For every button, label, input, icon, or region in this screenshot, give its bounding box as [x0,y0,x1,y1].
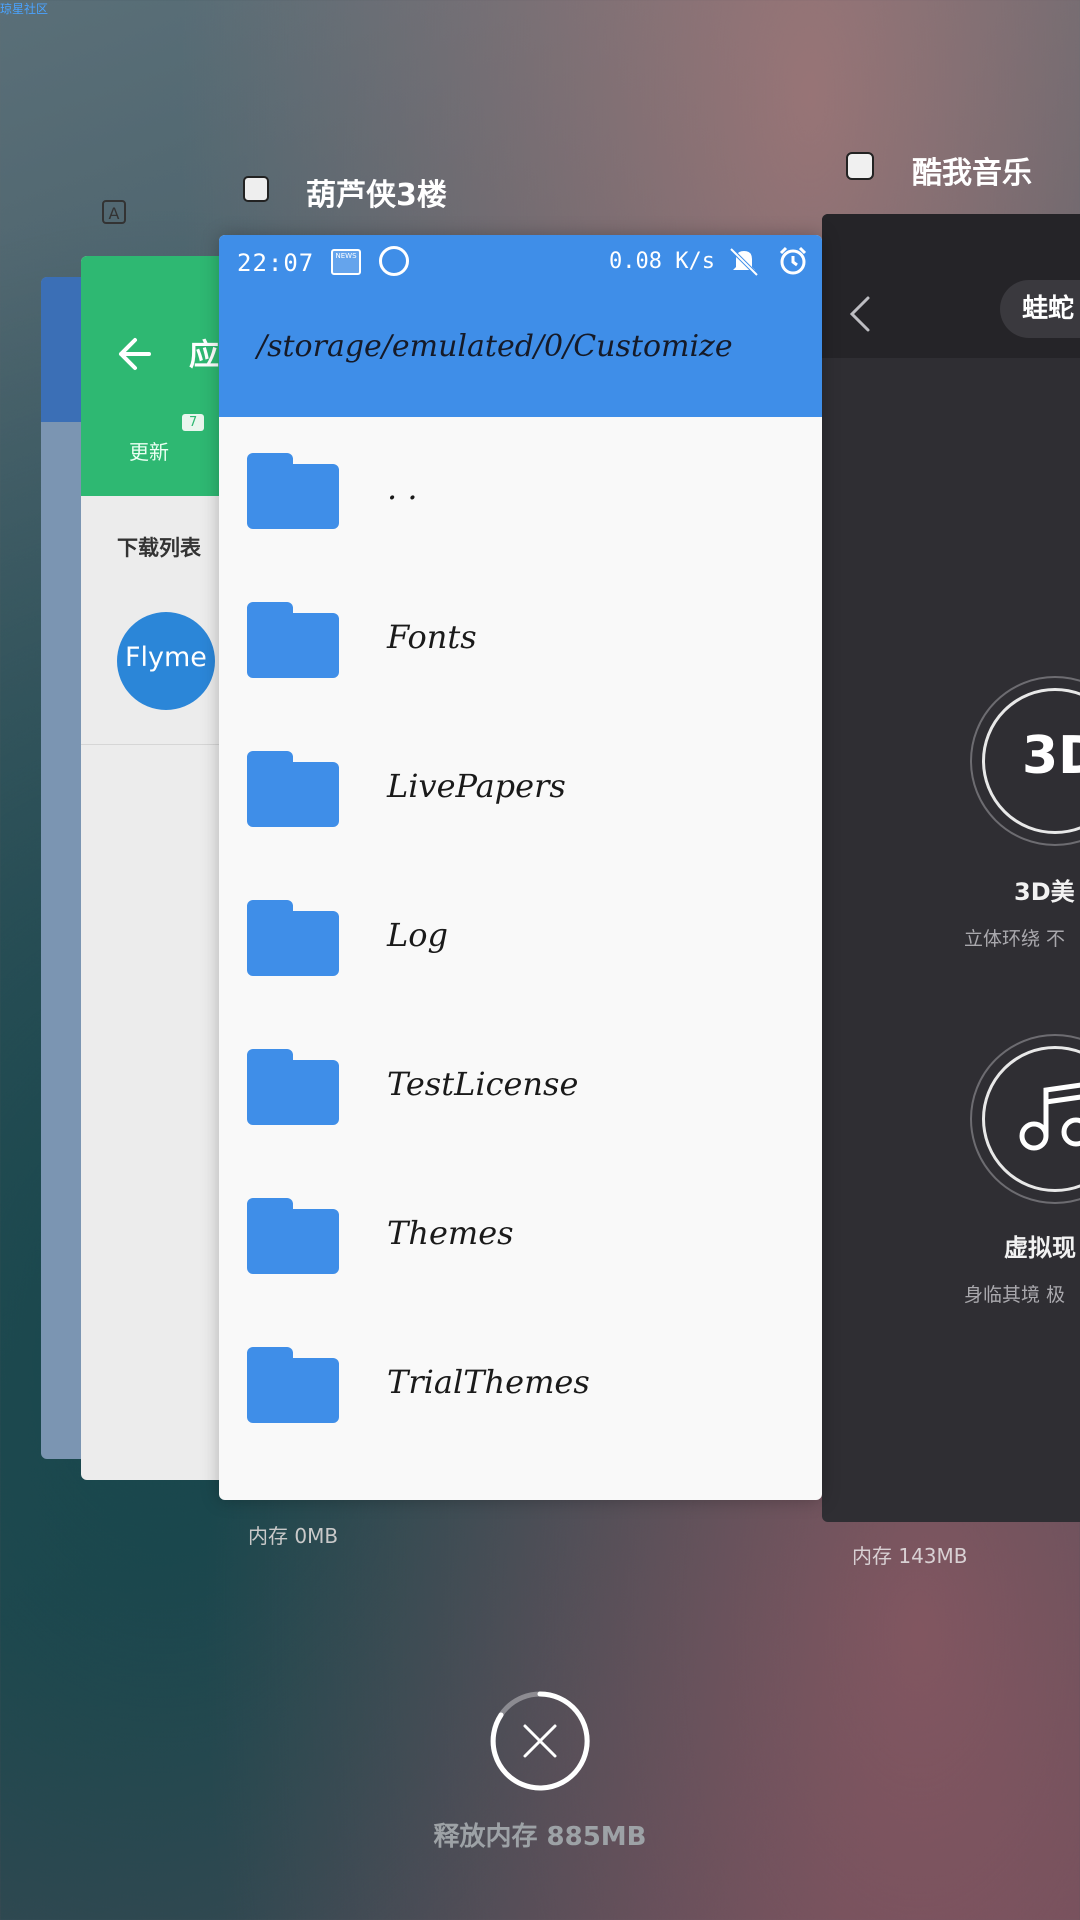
news-icon: NEWS [331,249,361,275]
folder-icon [247,751,339,827]
music-memory-usage: 内存 143MB [852,1544,968,1568]
file-row-livepapers[interactable]: LivePapers [219,715,822,864]
feature1-icon-text: 3D [1022,726,1080,786]
check-circle-icon [379,246,409,276]
network-speed: 0.08 K/s [609,249,715,274]
recent-app-card-file-manager[interactable]: 22:07 NEWS 0.08 K/s /storage/emulated/0/… [219,235,822,1500]
download-list-heading: 下载列表 [117,536,201,560]
file-name: TrialThemes [387,1363,590,1401]
folder-icon [247,1049,339,1125]
file-name: TestLicense [387,1065,579,1103]
folder-icon [247,1347,339,1423]
main-memory-usage: 内存 0MB [248,1524,339,1548]
file-name: Themes [387,1214,514,1252]
file-manager-appbar: 22:07 NEWS 0.08 K/s /storage/emulated/0/… [219,235,822,417]
feature2-subtitle: 身临其境 极 [964,1284,1066,1306]
current-path: /storage/emulated/0/Customize [257,329,733,364]
music-note-icon [1019,1082,1080,1151]
file-row-testlicense[interactable]: TestLicense [219,1013,822,1162]
alarm-clock-icon [779,246,807,275]
file-row-trialthemes[interactable]: TrialThemes [219,1311,822,1460]
chevron-left-icon[interactable] [846,294,872,334]
update-count-badge: 7 [182,414,205,431]
recent-app-card-music[interactable]: 蛙蛇 3D 3D美 立体环绕 不 虚拟现 身临其境 极 [822,214,1080,1522]
tab-update[interactable]: 更新 [129,436,169,465]
feature1-subtitle: 立体环绕 不 [964,928,1066,950]
feature2-label: 虚拟现 [1004,1234,1076,1262]
file-row-fonts[interactable]: Fonts [219,566,822,715]
file-row-themes[interactable]: Themes [219,1162,822,1311]
music-topbar: 蛙蛇 [822,214,1080,358]
folder-icon [247,453,339,529]
flyme-logo-text: Flyme [125,642,207,673]
bell-off-icon [729,247,759,277]
search-box[interactable]: 蛙蛇 [1000,280,1080,338]
file-row-parent[interactable]: . . [219,417,822,566]
app-store-icon: A [102,200,126,224]
file-name: Log [387,916,448,954]
kuwo-music-app-icon [846,152,874,180]
free-memory-label: 释放内存 885MB [433,1822,647,1852]
file-row-log[interactable]: Log [219,864,822,1013]
folder-icon [247,900,339,976]
flyme-logo: Flyme [117,612,215,710]
music-app-name: 酷我音乐 [912,156,1032,191]
feature1-label: 3D美 [1014,878,1075,906]
status-time: 22:07 [237,249,315,277]
watermark: 琼星社区 [0,2,49,16]
file-name: Fonts [387,618,477,656]
file-name: LivePapers [387,767,566,805]
huluxia-app-icon [243,176,269,202]
back-arrow-icon [119,338,151,370]
store-title: 应 [189,338,219,373]
folder-icon [247,602,339,678]
clear-all-button[interactable] [489,1690,591,1792]
file-name: . . [387,469,418,507]
main-app-name: 葫芦侠3楼 [306,178,447,213]
folder-icon [247,1198,339,1274]
